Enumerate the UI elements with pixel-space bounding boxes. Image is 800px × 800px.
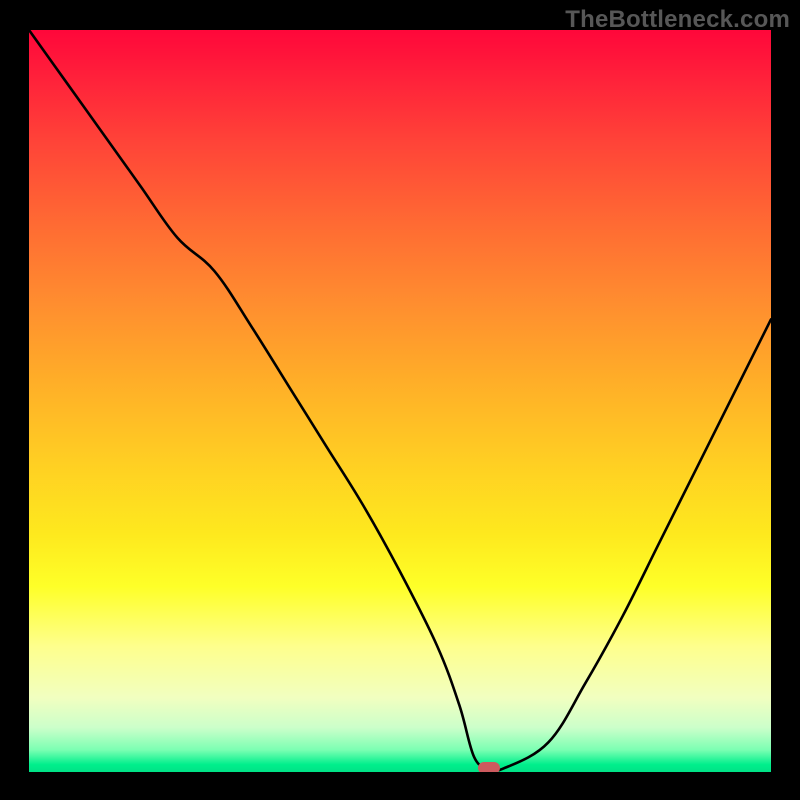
chart-frame: TheBottleneck.com [0,0,800,800]
bottleneck-curve [29,30,771,771]
watermark-label: TheBottleneck.com [565,6,790,34]
optimal-point-marker [478,762,500,772]
curve-svg [29,30,771,772]
plot-area [29,30,771,772]
